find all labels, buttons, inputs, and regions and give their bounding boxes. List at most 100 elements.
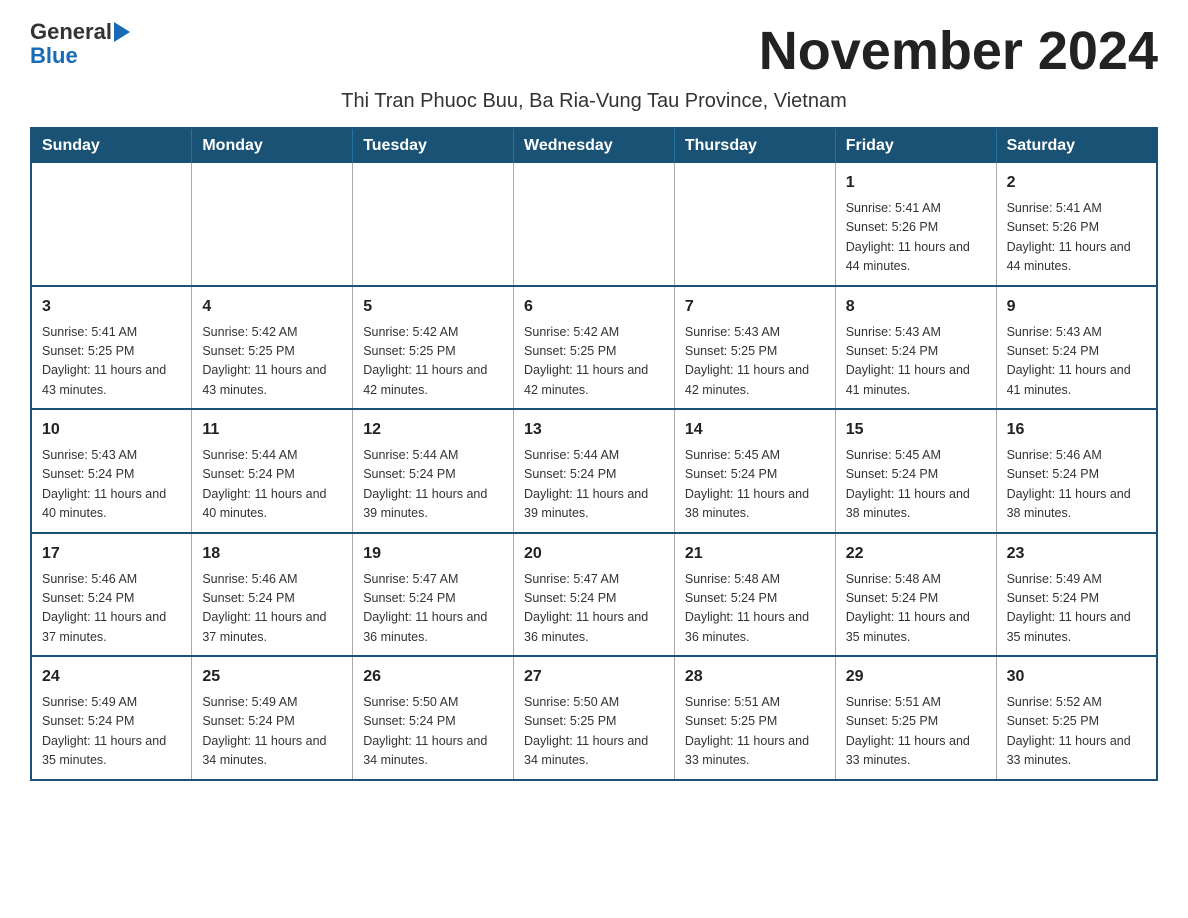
calendar-day-cell: 24Sunrise: 5:49 AMSunset: 5:24 PMDayligh… bbox=[31, 656, 192, 780]
day-number: 5 bbox=[363, 295, 503, 319]
calendar-day-cell: 30 Sunrise: 5:52 AMSunset: 5:25 PMDayligh… bbox=[996, 656, 1157, 780]
day-info: Sunrise: 5:43 AMSunset: 5:24 PMDaylight:… bbox=[846, 323, 986, 401]
calendar-week-row: 10 Sunrise: 5:43 AMSunset: 5:24 PMDayligh… bbox=[31, 409, 1157, 533]
empty-calendar-cell bbox=[514, 163, 675, 286]
day-info: Sunrise: 5:45 AMSunset: 5:24 PMDaylight:… bbox=[846, 446, 986, 524]
day-info: Sunrise: 5:44 AMSunset: 5:24 PMDaylight:… bbox=[202, 446, 342, 524]
day-info: Sunrise: 5:41 AMSunset: 5:25 PMDaylight:… bbox=[42, 323, 181, 401]
calendar-week-row: 3 Sunrise: 5:41 AMSunset: 5:25 PMDaylight… bbox=[31, 286, 1157, 410]
weekday-header-friday: Friday bbox=[835, 128, 996, 163]
day-number: 26 bbox=[363, 665, 503, 689]
calendar-week-row: 17Sunrise: 5:46 AMSunset: 5:24 PMDayligh… bbox=[31, 533, 1157, 657]
day-number: 18 bbox=[202, 542, 342, 566]
day-info: Sunrise: 5:50 AMSunset: 5:25 PMDaylight:… bbox=[524, 693, 664, 771]
day-info: Sunrise: 5:46 AMSunset: 5:24 PMDaylight:… bbox=[202, 570, 342, 648]
calendar-day-cell: 23 Sunrise: 5:49 AMSunset: 5:24 PMDayligh… bbox=[996, 533, 1157, 657]
calendar-table: SundayMondayTuesdayWednesdayThursdayFrid… bbox=[30, 127, 1158, 781]
day-number: 1 bbox=[846, 171, 986, 195]
calendar-day-cell: 11Sunrise: 5:44 AMSunset: 5:24 PMDayligh… bbox=[192, 409, 353, 533]
calendar-day-cell: 7Sunrise: 5:43 AMSunset: 5:25 PMDaylight… bbox=[674, 286, 835, 410]
calendar-day-cell: 29 Sunrise: 5:51 AMSunset: 5:25 PMDayligh… bbox=[835, 656, 996, 780]
day-number: 21 bbox=[685, 542, 825, 566]
day-info: Sunrise: 5:41 AMSunset: 5:26 PMDaylight:… bbox=[846, 199, 986, 277]
calendar-day-cell: 2 Sunrise: 5:41 AMSunset: 5:26 PMDaylight… bbox=[996, 163, 1157, 286]
calendar-day-cell: 1 Sunrise: 5:41 AMSunset: 5:26 PMDaylight… bbox=[835, 163, 996, 286]
day-info: Sunrise: 5:44 AMSunset: 5:24 PMDaylight:… bbox=[363, 446, 503, 524]
calendar-day-cell: 3 Sunrise: 5:41 AMSunset: 5:25 PMDaylight… bbox=[31, 286, 192, 410]
logo-arrow-icon bbox=[114, 22, 130, 42]
weekday-header-saturday: Saturday bbox=[996, 128, 1157, 163]
calendar-day-cell: 27 Sunrise: 5:50 AMSunset: 5:25 PMDayligh… bbox=[514, 656, 675, 780]
day-number: 20 bbox=[524, 542, 664, 566]
calendar-day-cell: 17Sunrise: 5:46 AMSunset: 5:24 PMDayligh… bbox=[31, 533, 192, 657]
day-number: 23 bbox=[1007, 542, 1146, 566]
calendar-day-cell: 26 Sunrise: 5:50 AMSunset: 5:24 PMDayligh… bbox=[353, 656, 514, 780]
day-info: Sunrise: 5:51 AMSunset: 5:25 PMDaylight:… bbox=[846, 693, 986, 771]
day-number: 3 bbox=[42, 295, 181, 319]
calendar-day-cell: 25 Sunrise: 5:49 AMSunset: 5:24 PMDayligh… bbox=[192, 656, 353, 780]
day-info: Sunrise: 5:47 AMSunset: 5:24 PMDaylight:… bbox=[363, 570, 503, 648]
day-number: 25 bbox=[202, 665, 342, 689]
logo: General Blue bbox=[30, 20, 130, 68]
day-number: 12 bbox=[363, 418, 503, 442]
calendar-day-cell: 19Sunrise: 5:47 AMSunset: 5:24 PMDayligh… bbox=[353, 533, 514, 657]
day-info: Sunrise: 5:42 AMSunset: 5:25 PMDaylight:… bbox=[202, 323, 342, 401]
calendar-day-cell: 28 Sunrise: 5:51 AMSunset: 5:25 PMDayligh… bbox=[674, 656, 835, 780]
day-info: Sunrise: 5:49 AMSunset: 5:24 PMDaylight:… bbox=[1007, 570, 1146, 648]
empty-calendar-cell bbox=[31, 163, 192, 286]
day-number: 28 bbox=[685, 665, 825, 689]
day-number: 7 bbox=[685, 295, 825, 319]
weekday-header-monday: Monday bbox=[192, 128, 353, 163]
day-number: 4 bbox=[202, 295, 342, 319]
calendar-week-row: 24 Sunrise: 5:49 AMSunset: 5:24 PMDayligh… bbox=[31, 656, 1157, 780]
page-header: General Blue November 2024 bbox=[30, 20, 1158, 82]
day-info: Sunrise: 5:43 AMSunset: 5:24 PMDaylight:… bbox=[42, 446, 181, 524]
calendar-day-cell: 14 Sunrise: 5:45 AMSunset: 5:24 PMDayligh… bbox=[674, 409, 835, 533]
calendar-day-cell: 6 Sunrise: 5:42 AMSunset: 5:25 PMDaylight… bbox=[514, 286, 675, 410]
empty-calendar-cell bbox=[353, 163, 514, 286]
month-title: November 2024 bbox=[759, 20, 1158, 82]
day-info: Sunrise: 5:44 AMSunset: 5:24 PMDaylight:… bbox=[524, 446, 664, 524]
day-info: Sunrise: 5:43 AMSunset: 5:24 PMDaylight:… bbox=[1007, 323, 1146, 401]
calendar-day-cell: 21Sunrise: 5:48 AMSunset: 5:24 PMDayligh… bbox=[674, 533, 835, 657]
day-number: 15 bbox=[846, 418, 986, 442]
calendar-day-cell: 8Sunrise: 5:43 AMSunset: 5:24 PMDaylight… bbox=[835, 286, 996, 410]
day-number: 14 bbox=[685, 418, 825, 442]
calendar-day-cell: 12 Sunrise: 5:44 AMSunset: 5:24 PMDayligh… bbox=[353, 409, 514, 533]
weekday-header-row: SundayMondayTuesdayWednesdayThursdayFrid… bbox=[31, 128, 1157, 163]
day-info: Sunrise: 5:52 AMSunset: 5:25 PMDaylight:… bbox=[1007, 693, 1146, 771]
day-number: 29 bbox=[846, 665, 986, 689]
calendar-day-cell: 16 Sunrise: 5:46 AMSunset: 5:24 PMDayligh… bbox=[996, 409, 1157, 533]
day-number: 24 bbox=[42, 665, 181, 689]
weekday-header-sunday: Sunday bbox=[31, 128, 192, 163]
day-info: Sunrise: 5:42 AMSunset: 5:25 PMDaylight:… bbox=[524, 323, 664, 401]
day-info: Sunrise: 5:41 AMSunset: 5:26 PMDaylight:… bbox=[1007, 199, 1146, 277]
day-number: 27 bbox=[524, 665, 664, 689]
day-number: 13 bbox=[524, 418, 664, 442]
empty-calendar-cell bbox=[192, 163, 353, 286]
logo-general: General bbox=[30, 20, 112, 44]
weekday-header-thursday: Thursday bbox=[674, 128, 835, 163]
day-info: Sunrise: 5:47 AMSunset: 5:24 PMDaylight:… bbox=[524, 570, 664, 648]
day-info: Sunrise: 5:46 AMSunset: 5:24 PMDaylight:… bbox=[42, 570, 181, 648]
day-number: 22 bbox=[846, 542, 986, 566]
day-info: Sunrise: 5:46 AMSunset: 5:24 PMDaylight:… bbox=[1007, 446, 1146, 524]
calendar-day-cell: 9Sunrise: 5:43 AMSunset: 5:24 PMDaylight… bbox=[996, 286, 1157, 410]
day-number: 6 bbox=[524, 295, 664, 319]
day-number: 30 bbox=[1007, 665, 1146, 689]
calendar-day-cell: 4 Sunrise: 5:42 AMSunset: 5:25 PMDaylight… bbox=[192, 286, 353, 410]
day-number: 2 bbox=[1007, 171, 1146, 195]
day-info: Sunrise: 5:50 AMSunset: 5:24 PMDaylight:… bbox=[363, 693, 503, 771]
weekday-header-wednesday: Wednesday bbox=[514, 128, 675, 163]
day-number: 16 bbox=[1007, 418, 1146, 442]
day-info: Sunrise: 5:51 AMSunset: 5:25 PMDaylight:… bbox=[685, 693, 825, 771]
calendar-day-cell: 10 Sunrise: 5:43 AMSunset: 5:24 PMDayligh… bbox=[31, 409, 192, 533]
empty-calendar-cell bbox=[674, 163, 835, 286]
calendar-day-cell: 13 Sunrise: 5:44 AMSunset: 5:24 PMDayligh… bbox=[514, 409, 675, 533]
day-info: Sunrise: 5:42 AMSunset: 5:25 PMDaylight:… bbox=[363, 323, 503, 401]
calendar-day-cell: 15 Sunrise: 5:45 AMSunset: 5:24 PMDayligh… bbox=[835, 409, 996, 533]
day-info: Sunrise: 5:49 AMSunset: 5:24 PMDaylight:… bbox=[202, 693, 342, 771]
day-number: 10 bbox=[42, 418, 181, 442]
day-info: Sunrise: 5:45 AMSunset: 5:24 PMDaylight:… bbox=[685, 446, 825, 524]
calendar-day-cell: 5 Sunrise: 5:42 AMSunset: 5:25 PMDaylight… bbox=[353, 286, 514, 410]
